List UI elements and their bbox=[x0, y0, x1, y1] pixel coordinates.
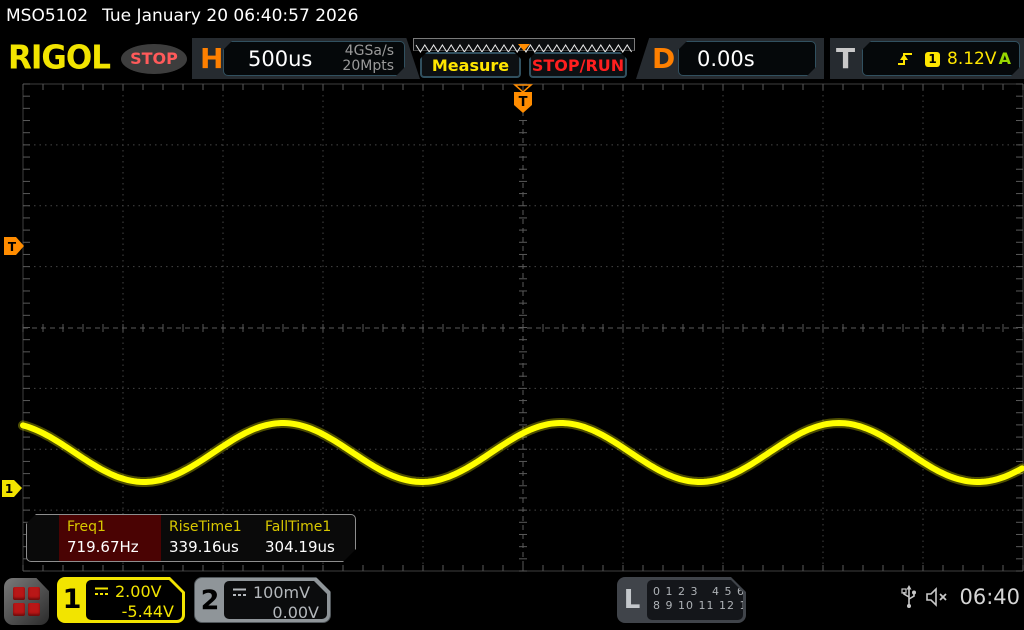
trigger-level-value: 8.12V bbox=[947, 49, 996, 69]
measurement-item-risetime1[interactable]: RiseTime1 339.16us bbox=[161, 515, 257, 561]
logic-row-2: 8 9 10 11 12 13 14 15 bbox=[653, 599, 743, 613]
usb-icon bbox=[901, 585, 917, 609]
run-state-badge: STOP bbox=[121, 44, 187, 74]
trigger-box[interactable]: 1 8.12V A bbox=[862, 41, 1020, 76]
measurement-value: 304.19us bbox=[265, 538, 353, 556]
menu-button[interactable] bbox=[4, 578, 49, 625]
channel1-ground-marker[interactable]: 1 bbox=[2, 480, 22, 497]
oscilloscope-screen: MSO5102 Tue January 20 06:40:57 2026 RIGO… bbox=[0, 0, 1024, 630]
delay-key-label: D bbox=[652, 42, 675, 75]
trigger-source-badge: 1 bbox=[925, 52, 940, 67]
channel1-scale: 2.00V bbox=[115, 582, 162, 601]
memory-depth: 20Mpts bbox=[342, 59, 394, 74]
measurement-label: RiseTime1 bbox=[169, 519, 257, 535]
trigger-settings-group[interactable]: T 1 8.12V A bbox=[830, 38, 1024, 79]
logic-channel-list: 0 1 2 3 4 5 6 7 8 9 10 11 12 13 14 15 bbox=[647, 580, 743, 620]
horizontal-key-label: H bbox=[200, 42, 223, 75]
channel1-button[interactable]: 1 2.00V -5.44V bbox=[57, 577, 185, 623]
trigger-sweep-mode: A bbox=[999, 49, 1011, 68]
status-bar: MSO5102 Tue January 20 06:40:57 2026 bbox=[6, 6, 372, 26]
svg-text:T: T bbox=[519, 95, 528, 110]
measurement-panel: Freq1 719.67Hz RiseTime1 339.16us FallTi… bbox=[26, 514, 356, 562]
measure-button[interactable]: Measure bbox=[420, 52, 521, 78]
delay-value: 0.00s bbox=[697, 47, 755, 71]
channel1-offset: -5.44V bbox=[94, 602, 174, 621]
dc-coupling-icon bbox=[94, 586, 109, 597]
horizontal-settings-group[interactable]: H 500us 4GSa/s 20Mpts bbox=[192, 38, 420, 79]
menu-grid-icon bbox=[13, 587, 40, 615]
sound-muted-icon bbox=[925, 587, 951, 607]
delay-box[interactable]: 0.00s bbox=[678, 41, 816, 76]
timebase-box[interactable]: 500us 4GSa/s 20Mpts bbox=[223, 41, 405, 76]
logic-channels-button[interactable]: L 0 1 2 3 4 5 6 7 8 9 10 11 12 13 14 15 bbox=[617, 577, 746, 623]
sample-rate: 4GSa/s bbox=[342, 44, 394, 59]
logic-row-1: 0 1 2 3 4 5 6 7 bbox=[653, 585, 743, 599]
channel2-number: 2 bbox=[195, 578, 225, 622]
channel2-button[interactable]: 2 100mV 0.00V bbox=[194, 577, 331, 623]
stop-run-button[interactable]: STOP/RUN bbox=[529, 52, 627, 78]
trigger-key-label: T bbox=[836, 42, 855, 75]
model-name: MSO5102 bbox=[6, 6, 88, 26]
measurement-value: 339.16us bbox=[169, 538, 257, 556]
rigol-logo: RIGOL bbox=[8, 39, 110, 77]
waveform-overview-strip[interactable] bbox=[413, 38, 635, 51]
measurement-item-falltime1[interactable]: FallTime1 304.19us bbox=[257, 515, 353, 561]
channel2-offset: 0.00V bbox=[232, 603, 319, 622]
dc-coupling-icon bbox=[232, 587, 247, 598]
svg-text:T: T bbox=[8, 240, 17, 254]
channel1-number: 1 bbox=[57, 577, 87, 623]
timebase-value: 500us bbox=[248, 47, 312, 71]
datetime: Tue January 20 06:40:57 2026 bbox=[102, 6, 358, 26]
measurement-label: FallTime1 bbox=[265, 519, 353, 535]
clock: 06:40 bbox=[959, 585, 1020, 609]
trigger-level-marker[interactable]: T bbox=[4, 237, 24, 255]
svg-text:1: 1 bbox=[5, 482, 13, 496]
rising-edge-trigger-icon bbox=[897, 50, 914, 67]
logic-label: L bbox=[617, 577, 647, 623]
channel2-scale: 100mV bbox=[253, 583, 310, 602]
delay-settings-group[interactable]: D 0.00s bbox=[636, 38, 824, 79]
graticule bbox=[23, 84, 1023, 571]
system-tray: 06:40 bbox=[901, 585, 1020, 609]
measurement-value: 719.67Hz bbox=[67, 538, 161, 556]
measurement-label: Freq1 bbox=[67, 519, 161, 535]
measurement-item-freq1[interactable]: Freq1 719.67Hz bbox=[59, 515, 161, 561]
